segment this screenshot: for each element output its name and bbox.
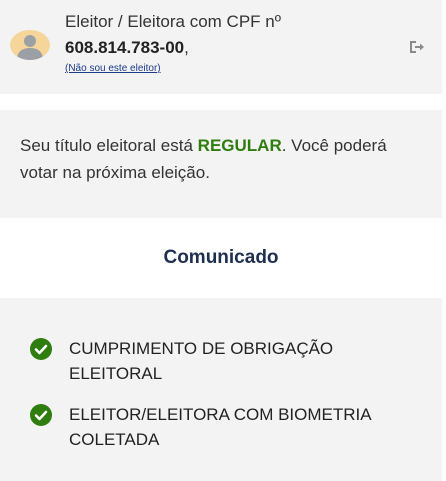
status-message: Seu título eleitoral está REGULAR. Você …: [20, 132, 425, 186]
cpf-number: 608.814.783-00,: [65, 38, 189, 58]
notice-list: CUMPRIMENTO DE OBRIGAÇÃO ELEITORAL ELEIT…: [0, 298, 442, 481]
check-circle-icon: [30, 404, 52, 426]
status-text-before: Seu título eleitoral está: [20, 136, 198, 155]
cpf-value: 608.814.783-00: [65, 38, 185, 57]
status-badge: REGULAR: [197, 136, 282, 155]
notice-item-text: CUMPRIMENTO DE OBRIGAÇÃO ELEITORAL: [69, 339, 334, 383]
user-avatar-icon: [10, 30, 50, 60]
cpf-suffix: ,: [184, 38, 189, 57]
not-this-voter-link[interactable]: (Não sou este eleitor): [65, 63, 161, 75]
check-circle-icon: [30, 338, 52, 360]
voter-header: Eleitor / Eleitora com CPF nº 608.814.78…: [0, 0, 442, 94]
logout-icon[interactable]: [408, 38, 426, 56]
notice-header: Comunicado: [0, 218, 442, 298]
notice-title: Comunicado: [163, 247, 279, 268]
notice-item-text: ELEITOR/ELEITORA COM BIOMETRIA COLETADA: [69, 405, 371, 449]
spacer: [0, 94, 442, 110]
voter-label: Eleitor / Eleitora com CPF nº: [65, 12, 281, 31]
voter-status-panel: Seu título eleitoral está REGULAR. Você …: [0, 110, 442, 218]
